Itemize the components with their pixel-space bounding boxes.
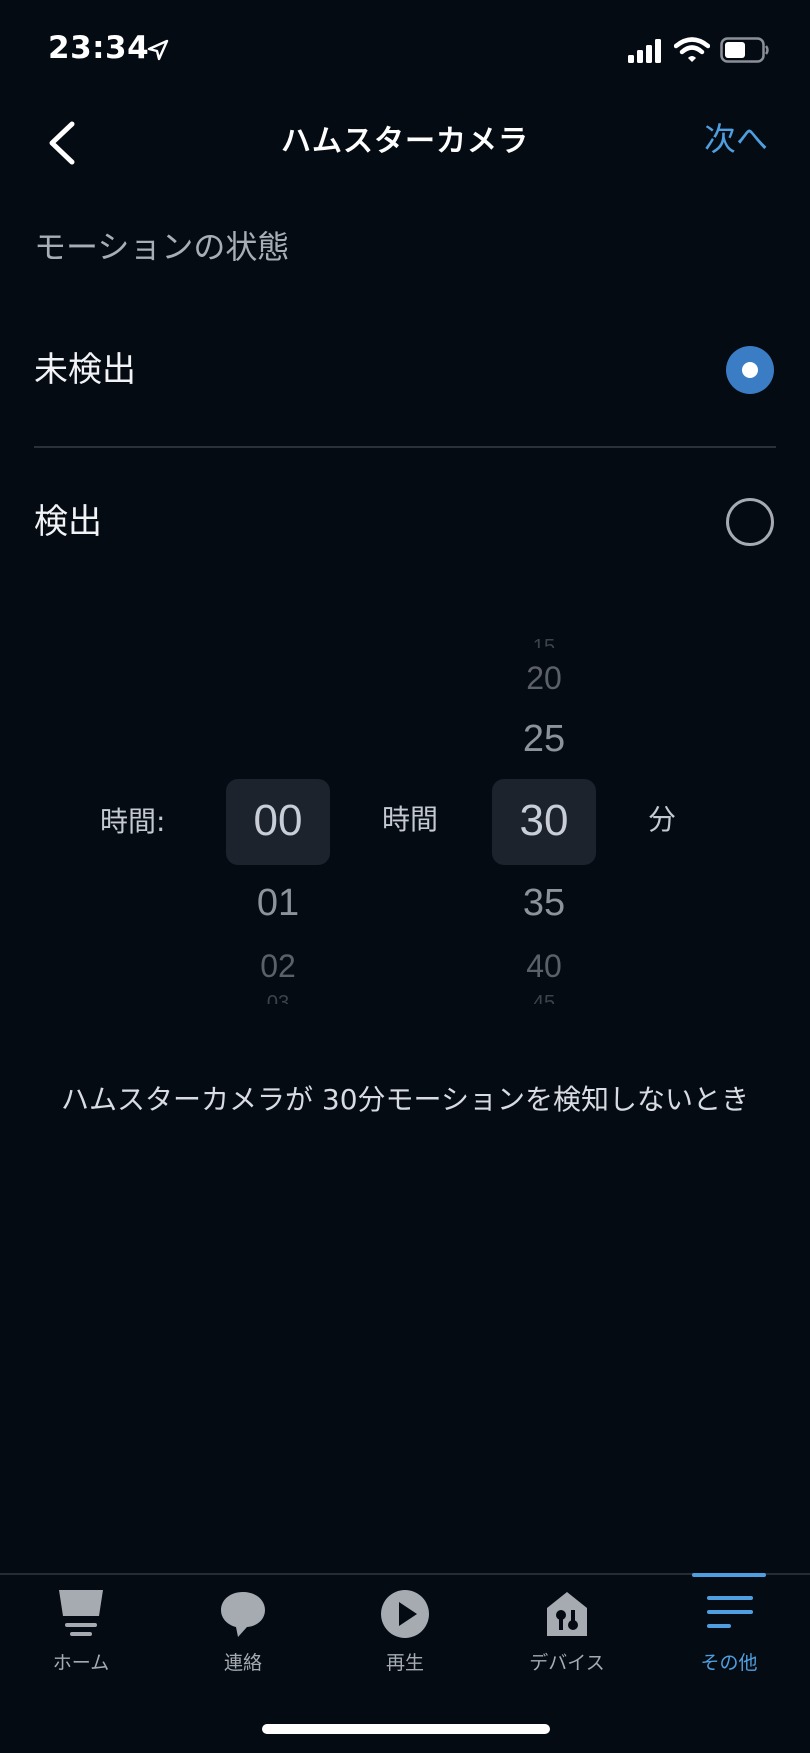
tab-playback[interactable]: 再生 [345, 1588, 465, 1675]
minutes-wheel-item[interactable]: 35 [484, 882, 604, 925]
divider [34, 446, 776, 448]
active-tab-indicator [692, 1573, 766, 1577]
menu-icon [707, 1596, 753, 1628]
hours-wheel-item[interactable]: 03 [218, 992, 338, 1004]
radio-not-detected[interactable] [726, 346, 774, 394]
tab-label: ホーム [52, 1652, 110, 1674]
hours-wheel-item[interactable]: 01 [218, 882, 338, 925]
tab-label: デバイス [529, 1652, 605, 1674]
option-not-detected-label[interactable]: 未検出 [34, 342, 136, 391]
minutes-wheel-item[interactable]: 15 [484, 636, 604, 648]
location-arrow-icon [147, 39, 169, 61]
devices-icon [547, 1592, 587, 1636]
minutes-wheel-item[interactable]: 40 [484, 948, 604, 985]
section-title: モーションの状態 [34, 228, 290, 266]
tab-label: 再生 [385, 1652, 424, 1674]
page-title: ハムスターカメラ [281, 124, 529, 159]
tab-contact[interactable]: 連絡 [183, 1588, 303, 1675]
minutes-wheel-item[interactable]: 20 [484, 660, 604, 697]
minutes-wheel-selected[interactable]: 30 [484, 796, 604, 846]
tab-more[interactable]: その他 [669, 1588, 789, 1675]
home-icon [59, 1590, 103, 1636]
minutes-wheel-item[interactable]: 25 [484, 718, 604, 761]
summary-text: ハムスターカメラが 30分モーションを検知しないとき [61, 1083, 749, 1116]
tab-home[interactable]: ホーム [21, 1588, 141, 1675]
radio-dot-icon [742, 362, 758, 378]
battery-icon [720, 37, 769, 63]
tab-devices[interactable]: デバイス [507, 1588, 627, 1675]
tab-label: その他 [700, 1652, 758, 1674]
minutes-unit-label: 分 [648, 803, 677, 836]
chat-icon [221, 1592, 265, 1637]
wifi-icon [674, 37, 710, 62]
cellular-signal-icon [628, 39, 661, 63]
home-indicator[interactable] [262, 1724, 550, 1734]
next-button[interactable]: 次へ [704, 114, 768, 160]
hours-wheel-item[interactable]: 02 [218, 948, 338, 985]
tab-label: 連絡 [223, 1652, 262, 1674]
radio-detected[interactable] [726, 498, 774, 546]
status-time: 23:34 [48, 30, 150, 66]
tabbar-divider [0, 1573, 810, 1575]
duration-label: 時間: [100, 805, 166, 838]
option-detected-label[interactable]: 検出 [34, 494, 102, 543]
hours-unit-label: 時間 [382, 803, 439, 836]
minutes-wheel-item[interactable]: 45 [484, 992, 604, 1004]
hours-wheel-selected[interactable]: 00 [218, 796, 338, 846]
play-icon [381, 1590, 429, 1638]
